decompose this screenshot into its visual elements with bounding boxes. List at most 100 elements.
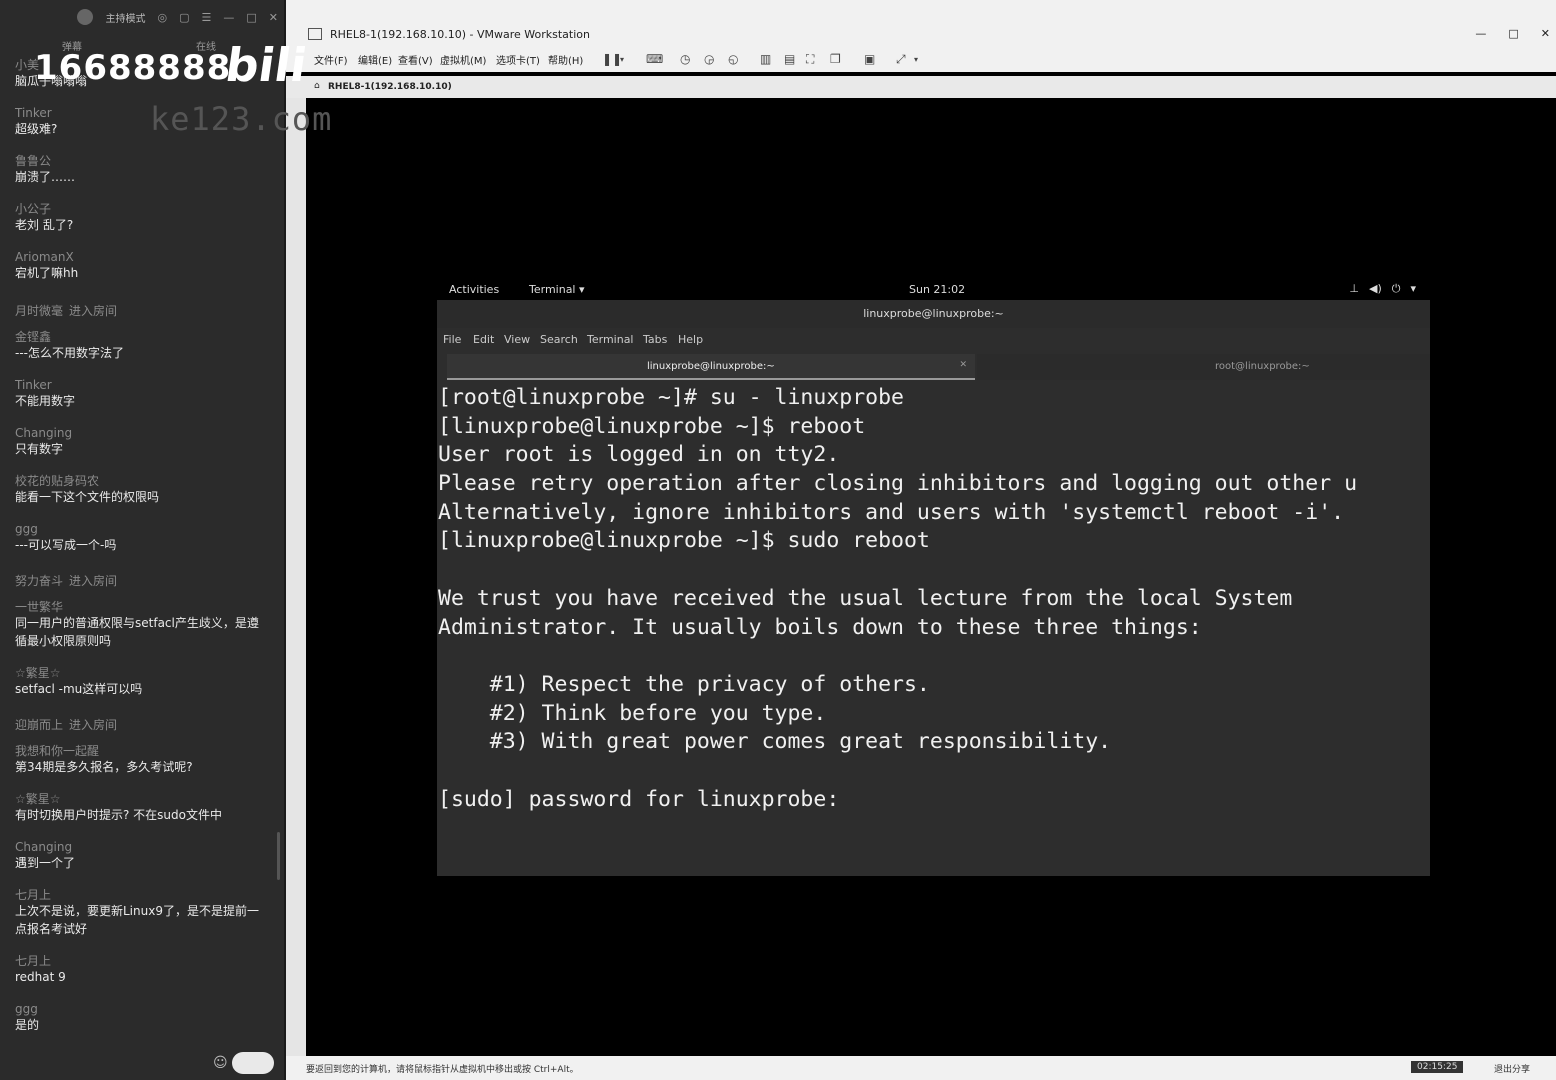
sidebar-icon[interactable]: ▥ — [760, 52, 771, 66]
thumbnail-icon[interactable]: ▤ — [784, 52, 795, 66]
terminal-line: [sudo] password for linuxprobe: — [438, 786, 840, 812]
window-controls: — □ ✕ — [1475, 27, 1550, 40]
close-button[interactable]: ✕ — [1541, 27, 1550, 40]
chat-username[interactable]: 一世繁华 — [15, 600, 270, 614]
tab-linuxprobe[interactable]: linuxprobe@linuxprobe:~ ✕ — [447, 354, 975, 380]
system-menu[interactable]: ⊥ ◀) ⏻ ▾ — [1349, 282, 1416, 296]
window-title: RHEL8-1(192.168.10.10) - VMware Workstat… — [330, 28, 590, 41]
network-icon: ⊥ — [1349, 282, 1359, 295]
menu-view[interactable]: 查看(V) — [398, 52, 433, 67]
window-icon[interactable]: ▢ — [179, 11, 189, 24]
chat-username[interactable]: 努力奋斗 — [15, 574, 63, 588]
settings-icon[interactable]: ◎ — [157, 11, 167, 24]
vm-tab[interactable]: RHEL8-1(192.168.10.10) — [328, 82, 452, 92]
chat-username[interactable]: 迎崩而上 — [15, 718, 63, 732]
chat-scrollbar[interactable] — [277, 832, 280, 880]
chevron-down-icon[interactable]: ▾ — [914, 55, 918, 64]
tab-root[interactable]: root@linuxprobe:~ — [977, 354, 1430, 380]
chat-username[interactable]: 我想和你一起醒 — [15, 744, 270, 758]
terminal-tabs: linuxprobe@linuxprobe:~ ✕ root@linuxprob… — [447, 354, 1430, 380]
send-keys-icon[interactable]: ⌨ — [646, 52, 663, 66]
terminal-output[interactable]: [root@linuxprobe ~]# su - linuxprobe [lin… — [438, 384, 1428, 874]
menu-help[interactable]: Help — [678, 333, 703, 346]
avatar[interactable] — [77, 9, 94, 25]
chat-username[interactable]: ☆繁星☆ — [15, 666, 270, 680]
send-button[interactable] — [232, 1052, 274, 1074]
chat-username[interactable]: 七月上 — [15, 888, 270, 902]
unity-icon[interactable]: ❐ — [830, 52, 841, 66]
chat-message: ggg ---可以写成一个-吗 — [15, 522, 270, 554]
menu-help[interactable]: 帮助(H) — [548, 52, 583, 67]
chat-text: redhat 9 — [15, 970, 66, 984]
chat-topbar: 主持模式 ◎ ▢ ☰ — □ ✕ — [0, 0, 284, 34]
chat-username[interactable]: 鲁鲁公 — [15, 154, 270, 168]
chat-username[interactable]: AriomanX — [15, 250, 270, 264]
menu-vm[interactable]: 虚拟机(M) — [440, 52, 486, 67]
maximize-icon[interactable]: □ — [246, 11, 256, 24]
terminal-line: #1) Respect the privacy of others. — [438, 671, 930, 697]
chat-username[interactable]: 月时微毫 — [15, 304, 63, 318]
chat-username[interactable]: ☆繁星☆ — [15, 792, 270, 806]
terminal-window: linuxprobe@linuxprobe:~ File Edit View S… — [437, 300, 1430, 876]
minimize-button[interactable]: — — [1475, 27, 1486, 40]
chevron-down-icon[interactable]: ▾ — [620, 55, 624, 64]
menu-tabs[interactable]: Tabs — [643, 333, 667, 346]
chat-username[interactable]: ggg — [15, 522, 270, 536]
chat-username[interactable]: 小公子 — [15, 202, 270, 216]
tab-label: root@linuxprobe:~ — [1215, 361, 1310, 372]
status-message: 要返回到您的计算机，请将鼠标指针从虚拟机中移出或按 Ctrl+Alt。 — [306, 1065, 579, 1075]
maximize-button[interactable]: □ — [1508, 27, 1518, 40]
chat-text: ---可以写成一个-吗 — [15, 538, 117, 552]
home-icon[interactable]: ⌂ — [314, 81, 320, 91]
vmware-app-icon — [308, 28, 322, 40]
chat-text: 不能用数字 — [15, 394, 76, 408]
chat-text: 是的 — [15, 1018, 40, 1032]
chat-message: ☆繁星☆ setfacl -mu这样可以吗 — [15, 666, 270, 698]
emoji-icon[interactable]: ☺ — [213, 1055, 228, 1071]
stretch-icon[interactable]: ⤢ — [896, 52, 906, 67]
fullscreen-icon[interactable]: ⛶ — [806, 52, 814, 67]
snapshot-icon[interactable]: ◷ — [680, 52, 690, 66]
menu-file[interactable]: File — [443, 333, 461, 346]
app-menu[interactable]: Terminal ▾ — [529, 283, 585, 296]
menu-edit[interactable]: Edit — [473, 333, 494, 346]
chat-username[interactable]: 校花的贴身码农 — [15, 474, 270, 488]
minimize-icon[interactable]: — — [223, 11, 234, 24]
chat-message: 我想和你一起醒 第34期是多久报名，多久考试呢? — [15, 744, 270, 776]
console-icon[interactable]: ▣ — [864, 52, 875, 66]
chat-username[interactable]: 七月上 — [15, 954, 270, 968]
terminal-menubar: File Edit View Search Terminal Tabs Help — [437, 328, 1430, 352]
snapshot-restore-icon[interactable]: ◶ — [704, 52, 714, 66]
chat-username[interactable]: Changing — [15, 426, 270, 440]
host-mode-label[interactable]: 主持模式 — [105, 10, 145, 25]
menu-tabs[interactable]: 选项卡(T) — [496, 52, 540, 67]
chat-message: 七月上 redhat 9 — [15, 954, 270, 986]
chat-message: Changing 遇到一个了 — [15, 840, 270, 872]
gnome-clock[interactable]: Sun 21:02 — [909, 283, 965, 296]
chat-text: 只有数字 — [15, 442, 64, 456]
close-icon[interactable]: ✕ — [269, 11, 278, 24]
exit-share-button[interactable]: 退出分享 — [1494, 1062, 1530, 1075]
menu-view[interactable]: View — [504, 333, 530, 346]
watermark-brand: bili — [222, 38, 311, 92]
menu-terminal[interactable]: Terminal — [587, 333, 634, 346]
chat-username[interactable]: ggg — [15, 1002, 270, 1016]
activities-button[interactable]: Activities — [449, 283, 499, 296]
volume-icon: ◀) — [1369, 282, 1382, 295]
close-icon[interactable]: ✕ — [959, 360, 967, 370]
watermark-number: 16688888 — [34, 48, 232, 88]
chat-username[interactable]: 金铿鑫 — [15, 330, 270, 344]
chat-message: 一世繁华同一用户的普通权限与setfacl产生歧义，是遵循最小权限原则吗 — [15, 600, 270, 650]
menu-search[interactable]: Search — [540, 333, 578, 346]
menu-icon[interactable]: ☰ — [202, 11, 212, 24]
chat-username[interactable]: Tinker — [15, 378, 270, 392]
snapshot-manager-icon[interactable]: ◵ — [728, 52, 738, 66]
chat-text: 同一用户的普通权限与setfacl产生歧义，是遵循最小权限原则吗 — [15, 616, 259, 648]
menu-file[interactable]: 文件(F) — [314, 52, 348, 67]
chat-message: 金铿鑫 ---怎么不用数字法了 — [15, 330, 270, 362]
menu-edit[interactable]: 编辑(E) — [358, 52, 392, 67]
vmware-statusbar: 要返回到您的计算机，请将鼠标指针从虚拟机中移出或按 Ctrl+Alt。 02:1… — [286, 1056, 1556, 1080]
chat-username[interactable]: Changing — [15, 840, 270, 854]
chat-text: 遇到一个了 — [15, 856, 76, 870]
chat-text: 进入房间 — [69, 718, 118, 732]
